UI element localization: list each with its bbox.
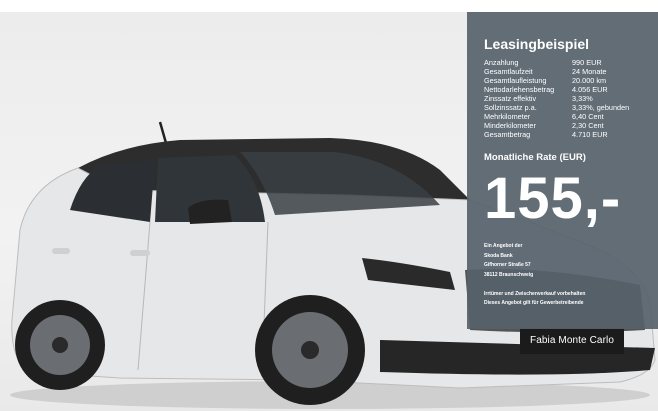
term-label: Nettodarlehensbetrag <box>484 85 555 94</box>
door-handle <box>130 250 150 256</box>
term-label: Mehrkilometer <box>484 112 531 121</box>
terms-row: Anzahlung 990 EUR <box>484 58 648 67</box>
leasing-title: Leasingbeispiel <box>484 36 590 52</box>
terms-row: Gesamtlaufzeit 24 Monate <box>484 67 648 76</box>
term-value: 24 Monate <box>572 67 607 76</box>
term-value: 4.710 EUR <box>572 130 608 139</box>
leasing-terms-table: Anzahlung 990 EUR Gesamtlaufzeit 24 Monate… <box>484 58 648 139</box>
offer-line: 38112 Braunschweig <box>484 271 534 278</box>
term-value: 3,33%, gebunden <box>572 103 630 112</box>
terms-row: Gesamtbetrag 4.710 EUR <box>484 130 648 139</box>
term-value: 4.056 EUR <box>572 85 608 94</box>
front-hub <box>301 341 319 359</box>
monthly-rate-value: 155,- <box>484 166 622 231</box>
terms-row: Zinssatz effektiv 3,33% <box>484 94 648 103</box>
term-value: 20.000 km <box>572 76 607 85</box>
disclaimer: Irrtümer und Zwischenverkauf vorbehalten… <box>484 290 648 308</box>
term-label: Zinssatz effektiv <box>484 94 537 103</box>
term-value: 2,30 Cent <box>572 121 604 130</box>
term-label: Anzahlung <box>484 58 519 67</box>
term-label: Sollzinssatz p.a. <box>484 103 537 112</box>
disclaimer-line: Irrtümer und Zwischenverkauf vorbehalten <box>484 291 586 297</box>
term-value: 6,40 Cent <box>572 112 604 121</box>
rear-hub <box>52 337 68 353</box>
ad-banner: Fabia Monte Carlo Leasingbeispiel Anzahl… <box>0 0 658 411</box>
offer-provider: Ein Angebot der Skoda Bank Gifhorner Str… <box>484 242 648 280</box>
terms-row: Sollzinssatz p.a. 3,33%, gebunden <box>484 103 648 112</box>
terms-row: Nettodarlehensbetrag 4.056 EUR <box>484 85 648 94</box>
term-value: 3,33% <box>572 94 593 103</box>
offer-line: Ein Angebot der <box>484 243 523 249</box>
disclaimer-line: Dieses Angebot gilt für Gewerbetreibende <box>484 300 584 306</box>
terms-row: Gesamtlaufleistung 20.000 km <box>484 76 648 85</box>
door-handle <box>52 248 70 254</box>
term-label: Minderkilometer <box>484 121 536 130</box>
license-plate: Fabia Monte Carlo <box>520 328 624 354</box>
leasing-panel: Leasingbeispiel Anzahlung 990 EUR Gesamtl… <box>467 12 658 329</box>
offer-line: Gifhorner Straße 57 <box>484 262 531 268</box>
term-value: 990 EUR <box>572 58 602 67</box>
term-label: Gesamtbetrag <box>484 130 531 139</box>
offer-line: Skoda Bank <box>484 252 513 259</box>
monthly-rate-label: Monatliche Rate (EUR) <box>484 152 586 163</box>
term-label: Gesamtlaufleistung <box>484 76 547 85</box>
terms-row: Minderkilometer 2,30 Cent <box>484 121 648 130</box>
terms-row: Mehrkilometer 6,40 Cent <box>484 112 648 121</box>
term-label: Gesamtlaufzeit <box>484 67 533 76</box>
